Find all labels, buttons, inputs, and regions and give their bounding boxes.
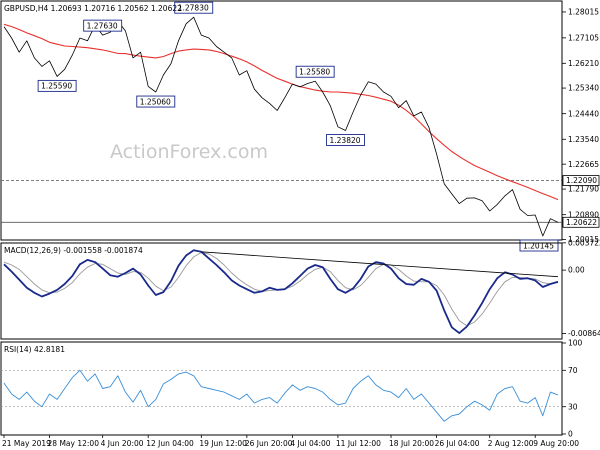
price-annotations: 1.27630 1.25590 1.27830 1.25060 1.25580 1.238… xyxy=(37,1,559,252)
price-line xyxy=(3,16,559,237)
price-y-tick-label: 1.24440 xyxy=(568,109,599,118)
x-tick-label: 2 Aug 12:00 xyxy=(488,439,534,448)
macd-line xyxy=(3,249,559,334)
price-annotation-label: 1.25590 xyxy=(41,82,72,91)
rsi-y-tick-label: 100 xyxy=(568,339,583,348)
watermark: ActionForex.com xyxy=(110,141,268,163)
sma-line xyxy=(3,23,559,201)
x-axis: 21 May 201928 May 12:00 4 Jun 20:00 12 Jun… xyxy=(2,435,579,448)
x-tick-label: 11 Jul 12:00 xyxy=(336,439,381,448)
price-y-axis: 1.28015 1.27105 1.26210 1.25340 1.24440 1.235… xyxy=(562,8,599,244)
rsi-series xyxy=(3,369,559,422)
price-panel-frame xyxy=(0,0,563,241)
rsi-line xyxy=(3,369,559,422)
price-y-tick-label: 1.26210 xyxy=(568,59,599,68)
macd-series xyxy=(3,249,559,334)
rsi-y-axis: 100 70 30 0 xyxy=(562,339,583,439)
price-y-tick-label: 1.23540 xyxy=(568,135,599,144)
x-tick-label: 19 Jun 12:00 xyxy=(199,439,247,448)
price-level-label: 1.20622 xyxy=(566,218,597,227)
x-tick-label: 4 Jun 20:00 xyxy=(101,439,144,448)
price-series xyxy=(3,16,559,237)
price-y-tick-label: 1.28015 xyxy=(568,8,599,17)
rsi-y-tick-label: 70 xyxy=(568,366,578,375)
rsi-y-tick-label: 30 xyxy=(568,402,578,411)
price-y-tick-label: 1.21790 xyxy=(568,185,599,194)
x-tick-label: 26 Jul 04:00 xyxy=(435,439,480,448)
macd-title: MACD(12,26,9) -0.001558 -0.001874 xyxy=(4,246,143,255)
rsi-title: RSI(14) 42.8181 xyxy=(4,345,65,354)
price-levels: 1.22090 1.20622 xyxy=(1,175,600,228)
macd-y-tick-label: -0.008643 xyxy=(568,329,600,338)
macd-y-axis: 0.003722 0.00 -0.008643 xyxy=(562,238,600,338)
rsi-y-tick-label: 0 xyxy=(568,430,573,439)
x-tick-label: 9 Aug 20:00 xyxy=(533,439,579,448)
macd-panel: 0.003722 0.00 -0.008643 MACD(12,26,9) -0.0… xyxy=(0,238,600,340)
price-annotation-label: 1.25060 xyxy=(140,97,171,106)
x-tick-label: 18 Jul 20:00 xyxy=(389,439,434,448)
rsi-panel-frame xyxy=(0,341,563,436)
price-y-tick-label: 1.27105 xyxy=(568,33,599,42)
rsi-panel: 100 70 30 0 RSI(14) 42.8181 xyxy=(0,339,583,439)
macd-trendline xyxy=(201,251,559,278)
price-level-label: 1.22090 xyxy=(566,176,597,185)
price-annotation-label: 1.23820 xyxy=(330,136,361,145)
x-tick-label: 21 May 2019 xyxy=(2,439,51,448)
price-annotation-label: 1.27830 xyxy=(178,4,209,13)
price-panel: ActionForex.com 1.280151.271051.262101.2… xyxy=(0,0,600,252)
x-tick-label: 26 Jun 20:00 xyxy=(245,439,293,448)
x-tick-label: 4 Jul 04:00 xyxy=(290,439,330,448)
price-annotation-label: 1.27630 xyxy=(87,21,118,30)
price-annotation-label: 1.25580 xyxy=(299,68,330,77)
macd-y-tick-label: 0.003722 xyxy=(568,238,600,247)
macd-y-tick-label: 0.00 xyxy=(568,266,585,275)
chart-canvas: ActionForex.com 1.280151.271051.262101.2… xyxy=(0,0,600,448)
x-tick-label: 28 May 12:00 xyxy=(48,439,100,448)
price-y-tick-label: 1.25340 xyxy=(568,84,599,93)
x-tick-label: 12 Jun 04:00 xyxy=(146,439,194,448)
rsi-levels xyxy=(1,369,562,408)
price-title: GBPUSD,H4 1.20693 1.20716 1.20562 1.2062… xyxy=(4,4,182,13)
price-y-tick-label: 1.22665 xyxy=(568,160,599,169)
